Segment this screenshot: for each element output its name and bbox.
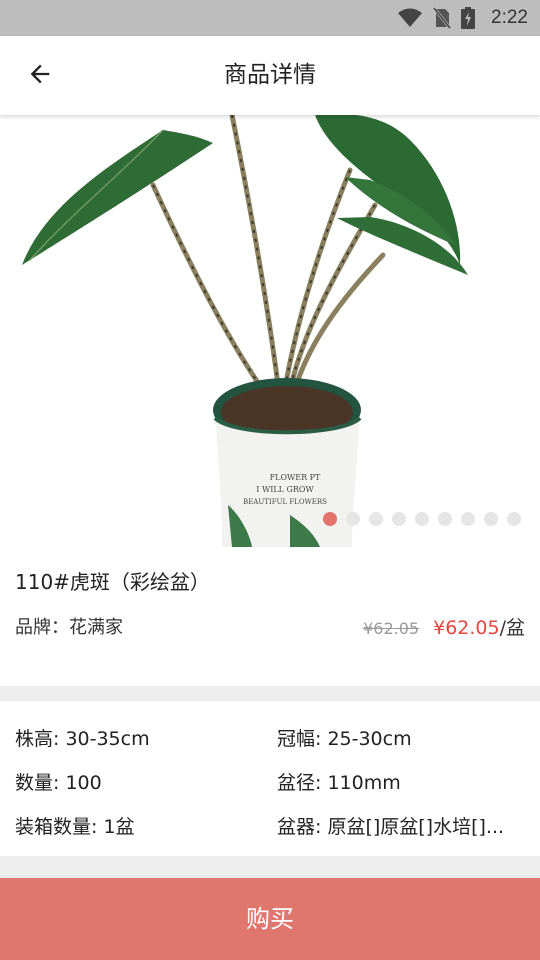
page-title: 商品详情: [224, 62, 316, 88]
pager-dot[interactable]: [438, 512, 452, 526]
section-divider: [0, 856, 540, 878]
pager-dot[interactable]: [369, 512, 383, 526]
buy-button[interactable]: 购买: [0, 878, 540, 960]
pager-dot[interactable]: [415, 512, 429, 526]
product-name: 110#虎斑（彩绘盆）: [15, 570, 210, 594]
spec-box-quantity: 装箱数量: 1盆: [15, 816, 135, 838]
brand-label: 品牌：: [15, 617, 69, 638]
price-unit: /盆: [499, 617, 525, 639]
current-price: ¥62.05: [433, 617, 500, 639]
spec-pot-diameter: 盆径: 110mm: [277, 772, 401, 794]
pager-dot[interactable]: [484, 512, 498, 526]
spec-crown: 冠幅: 25-30cm: [277, 728, 412, 750]
spec-container: 盆器: 原盆[]原盆[]水培[]...: [277, 816, 505, 838]
original-price: ¥62.05: [363, 619, 420, 638]
pager-dot[interactable]: [323, 512, 337, 526]
pager-dot[interactable]: [507, 512, 521, 526]
price-row: ¥62.05 ¥62.05 /盆: [363, 613, 525, 640]
pot-text-2: I WILL GROW: [256, 485, 314, 494]
product-image: FLOWER PT I WILL GROW BEAUTIFUL FLOWERS: [22, 115, 468, 547]
pager-dot[interactable]: [392, 512, 406, 526]
product-image-carousel[interactable]: FLOWER PT I WILL GROW BEAUTIFUL FLOWERS: [0, 115, 540, 547]
gallery-pager: [323, 512, 521, 526]
pager-dot[interactable]: [461, 512, 475, 526]
wifi-icon: [397, 8, 423, 28]
pot-text-3: BEAUTIFUL FLOWERS: [243, 498, 327, 506]
brand-row: 品牌：花满家: [15, 613, 123, 639]
battery-charging-icon: [461, 7, 476, 29]
top-app-bar: 商品详情: [0, 36, 540, 115]
no-sim-icon: [433, 7, 452, 29]
brand-value: 花满家: [69, 617, 123, 638]
spec-quantity: 数量: 100: [15, 772, 102, 794]
status-bar: 2:22: [0, 0, 540, 36]
section-divider: [0, 686, 540, 701]
pot-text-1: FLOWER PT: [270, 473, 321, 482]
spec-height: 株高: 30-35cm: [15, 728, 150, 750]
pager-dot[interactable]: [346, 512, 360, 526]
status-time: 2:22: [491, 7, 528, 28]
